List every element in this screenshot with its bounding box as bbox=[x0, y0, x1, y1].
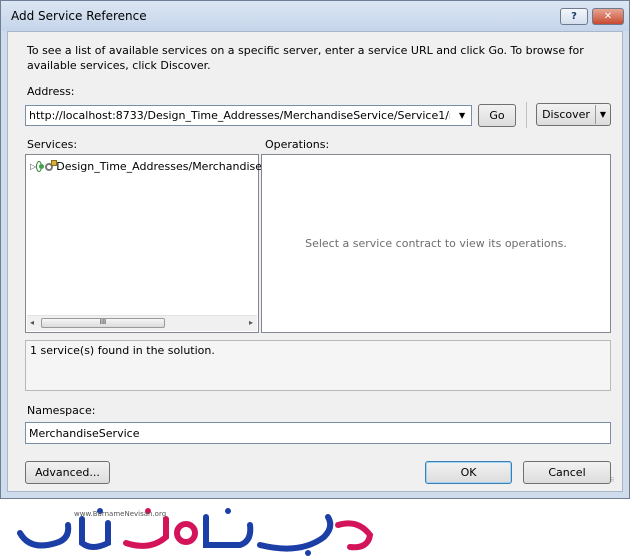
service-gear-icon bbox=[45, 160, 58, 172]
address-label: Address: bbox=[27, 85, 75, 98]
namespace-label: Namespace: bbox=[27, 404, 96, 417]
services-label: Services: bbox=[27, 138, 78, 151]
scroll-thumb[interactable]: III bbox=[41, 318, 165, 328]
cancel-button[interactable]: Cancel bbox=[523, 461, 611, 484]
horizontal-scrollbar[interactable]: ◂ III ▸ bbox=[27, 315, 257, 331]
help-button[interactable]: ? bbox=[560, 8, 588, 25]
close-button[interactable]: ✕ bbox=[592, 8, 624, 25]
help-icon: ? bbox=[571, 11, 577, 22]
tree-item[interactable]: ▷ Design_Time_Addresses/Merchandise bbox=[30, 158, 262, 174]
namespace-input[interactable] bbox=[25, 422, 611, 444]
ok-button[interactable]: OK bbox=[425, 461, 512, 484]
discover-split-button[interactable]: Discover ▼ bbox=[536, 103, 611, 126]
add-service-reference-dialog: Add Service Reference ? ✕ To see a list … bbox=[0, 0, 630, 499]
address-combobox[interactable]: ▼ bbox=[25, 105, 472, 126]
go-button[interactable]: Go bbox=[478, 104, 516, 127]
advanced-button[interactable]: Advanced... bbox=[25, 461, 110, 484]
scroll-right-icon[interactable]: ▸ bbox=[249, 318, 253, 327]
status-text: 1 service(s) found in the solution. bbox=[30, 344, 215, 357]
close-icon: ✕ bbox=[603, 11, 613, 22]
chevron-down-icon[interactable]: ▼ bbox=[596, 110, 610, 119]
watermark-logo: www.BarnameNevisan.org bbox=[8, 505, 388, 556]
discover-button-label: Discover bbox=[542, 108, 590, 121]
scroll-left-icon[interactable]: ◂ bbox=[30, 318, 34, 327]
resize-grip-icon[interactable]: ⠿ bbox=[610, 478, 620, 489]
title-bar[interactable]: Add Service Reference ? ✕ bbox=[1, 1, 629, 31]
chevron-down-icon[interactable]: ▼ bbox=[453, 111, 471, 120]
toolbar-divider bbox=[526, 102, 527, 128]
status-area: 1 service(s) found in the solution. bbox=[25, 340, 611, 391]
window-title: Add Service Reference bbox=[11, 9, 147, 23]
dialog-body: To see a list of available services on a… bbox=[7, 31, 623, 492]
services-tree[interactable]: ▷ Design_Time_Addresses/Merchandise ◂ II… bbox=[25, 154, 262, 333]
service-status-icon bbox=[36, 160, 45, 172]
operations-panel: Select a service contract to view its op… bbox=[261, 154, 611, 333]
intro-text: To see a list of available services on a… bbox=[27, 44, 584, 72]
operations-label: Operations: bbox=[265, 138, 330, 151]
logo-graphic bbox=[17, 508, 374, 556]
watermark-url: www.BarnameNevisan.org bbox=[74, 510, 167, 518]
scroll-thumb-grip: III bbox=[99, 318, 107, 326]
address-input[interactable] bbox=[26, 109, 454, 122]
tree-item-label: Design_Time_Addresses/Merchandise bbox=[56, 159, 262, 173]
operations-placeholder: Select a service contract to view its op… bbox=[305, 237, 567, 250]
